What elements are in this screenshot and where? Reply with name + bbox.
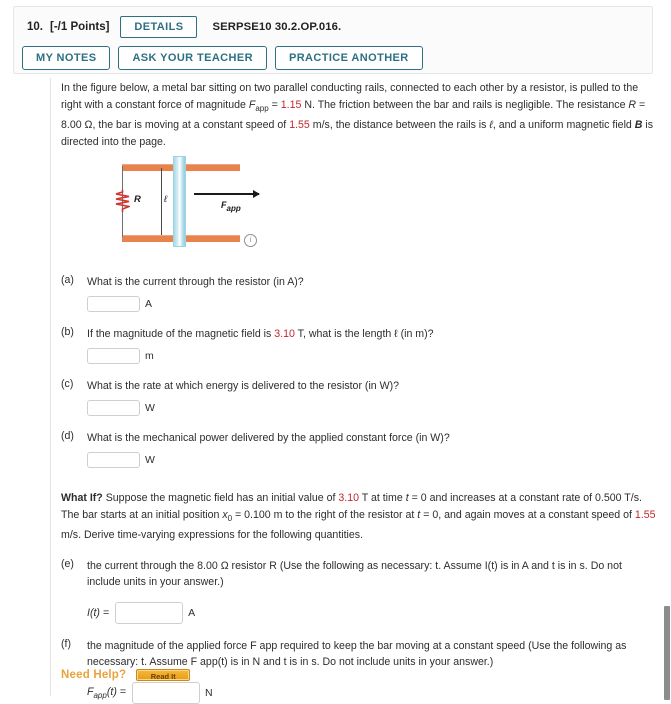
part-c-question: What is the rate at which energy is deli… [87,380,400,393]
need-help-section: Need Help? Read It [61,669,191,681]
intro-text-5: , and a uniform magnetic field [492,119,635,132]
what-if-text-a: Suppose the magnetic field has an initia… [102,492,339,505]
question-body: In the figure below, a metal bar sitting… [61,80,657,704]
part-d: (d) What is the mechanical power deliver… [61,430,657,469]
need-help-label: Need Help? [61,669,127,681]
part-a-head: (a) What is the current through the resi… [61,274,657,290]
resistor-label: R [134,194,141,206]
part-e-lhs: I(t) = [87,607,109,619]
read-it-button[interactable]: Read It [136,669,191,681]
intro-eq-2: = [636,98,646,111]
part-d-question: What is the mechanical power delivered b… [87,432,450,445]
part-e: (e) the current through the 8.00 Ω resis… [61,558,657,624]
speed-value: 1.55 [289,119,310,132]
part-d-unit: W [145,454,155,467]
part-b-question-post: T, what is the length ℓ (in m)? [294,328,434,341]
part-c-head: (c) What is the rate at which energy is … [61,378,657,394]
part-b: (b) If the magnitude of the magnetic fie… [61,326,657,365]
part-f-lhs-sub: app [93,690,107,700]
part-d-head: (d) What is the mechanical power deliver… [61,430,657,446]
what-if-text-b: T at time [358,492,406,505]
part-e-answer-row: I(t) = A [87,601,657,624]
part-c: (c) What is the rate at which energy is … [61,378,657,417]
part-b-field-value: 3.10 [274,328,295,341]
what-if-title: What If? [61,492,103,505]
resistance-value: 8.00 Ω [61,119,93,132]
part-b-label: (b) [61,326,74,339]
page-scrollbar-track[interactable] [662,0,671,700]
part-b-question: If the magnitude of the magnetic field i… [87,326,657,342]
part-e-head: (e) the current through the 8.00 Ω resis… [61,558,657,590]
circuit-figure: R ℓ Fapp i [61,156,361,260]
part-f-input[interactable] [131,681,200,704]
part-a-input[interactable] [87,296,140,313]
what-if-text-e: = 0, and again moves at a constant speed… [420,508,635,521]
part-c-input[interactable] [87,400,140,417]
part-f-question: the magnitude of the applied force F app… [87,639,627,668]
part-f-lhs: Fapp(t) = [87,686,126,700]
force-value: 1.15 [280,98,302,111]
intro-text-4: m/s, the distance between the rails is [309,119,490,132]
metal-bar [173,156,186,248]
part-b-input[interactable] [87,348,140,365]
part-a-question: What is the current through the resistor… [87,276,304,289]
source-code-label: SERPSE10 30.2.OP.016. [212,21,342,33]
what-if-section: What If? Suppose the magnetic field has … [61,490,657,544]
what-if-speed-value: 1.55 [634,508,656,521]
part-a-answer-row: A [87,296,657,313]
force-arrow-icon [194,190,260,197]
part-f-label: (f) [61,637,71,650]
force-arrow-label-sub: app [226,203,241,213]
ask-your-teacher-button[interactable]: ASK YOUR TEACHER [118,46,267,70]
intro-text-2: N. The friction between the bar and rail… [301,98,629,111]
what-if-text-f: m/s. Derive time-varying expressions for… [61,529,364,542]
part-e-unit: A [188,606,196,619]
part-d-label: (d) [61,430,74,443]
details-button[interactable]: DETAILS [120,16,198,38]
info-icon[interactable]: i [244,234,257,248]
force-arrow-label: Fapp [221,200,241,213]
what-if-b-value: 3.10 [338,492,359,505]
part-e-lhs-rest: (t) = [89,606,110,619]
length-dimension-line [161,168,163,236]
question-number: 10. [27,21,43,33]
intro-eq-1: = [268,98,281,111]
part-f-head: (f) the magnitude of the applied force F… [61,638,657,670]
header-top-row: 10. [-/1 Points] DETAILS SERPSE10 30.2.O… [27,16,341,38]
part-b-question-pre: If the magnitude of the magnetic field i… [87,328,275,341]
header-action-row: MY NOTES ASK YOUR TEACHER PRACTICE ANOTH… [22,46,423,70]
content-left-rule [50,78,51,696]
page-scrollbar-thumb[interactable] [664,606,670,700]
resistor-icon [115,190,132,213]
assignment-page: 10. [-/1 Points] DETAILS SERPSE10 30.2.O… [0,0,671,704]
points-badge: [-/1 Points] [50,21,110,33]
part-e-label: (e) [61,557,74,570]
practice-another-button[interactable]: PRACTICE ANOTHER [274,46,423,70]
problem-statement: In the figure below, a metal bar sitting… [61,80,657,150]
part-f-unit: N [204,686,213,699]
part-a: (a) What is the current through the resi… [61,274,657,313]
part-b-answer-row: m [87,348,657,365]
part-e-question: the current through the 8.00 Ω resistor … [87,559,622,588]
force-subscript: app [255,103,269,113]
resistance-symbol: R [628,98,637,111]
part-e-input[interactable] [115,601,184,624]
my-notes-button[interactable]: MY NOTES [22,46,111,70]
part-b-unit: m [145,350,154,363]
part-c-label: (c) [61,378,74,391]
part-a-label: (a) [61,274,74,287]
intro-text-3: , the bar is moving at a constant speed … [92,119,290,132]
what-if-text-d: = 0.100 m to the right of the resistor a… [232,508,418,521]
part-f-lhs-rest: (t) = [106,685,126,698]
question-header-panel: 10. [-/1 Points] DETAILS SERPSE10 30.2.O… [13,6,653,74]
part-c-unit: W [145,402,155,415]
part-d-answer-row: W [87,452,657,469]
length-label: ℓ [164,194,168,206]
part-c-answer-row: W [87,400,657,417]
part-d-input[interactable] [87,452,140,469]
part-f-answer-row: Fapp(t) = N [87,681,657,704]
part-b-head: (b) If the magnitude of the magnetic fie… [61,326,657,342]
part-a-unit: A [145,298,153,311]
